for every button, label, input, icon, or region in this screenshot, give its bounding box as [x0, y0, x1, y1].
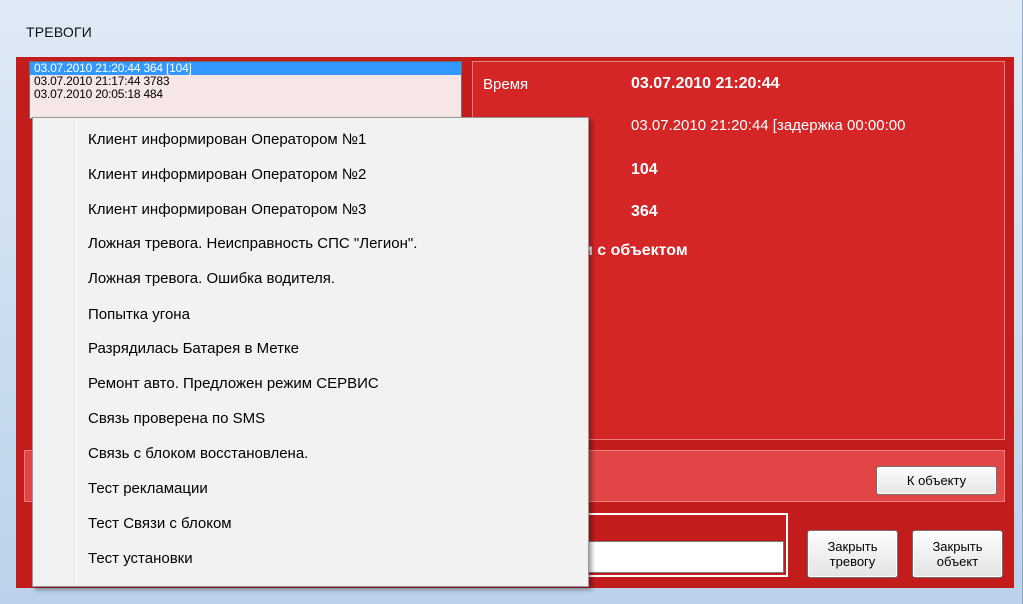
menu-item[interactable]: Клиент информирован Оператором №2	[35, 159, 586, 191]
menu-item[interactable]: Клиент информирован Оператором №1	[35, 124, 586, 156]
received-value: 03.07.2010 21:20:44 [задержка 00:00:00	[631, 117, 906, 134]
alarm-list-item[interactable]: 03.07.2010 20:05:18 484	[30, 88, 461, 101]
alarm-list[interactable]: 03.07.2010 21:20:44 364 [104] 03.07.2010…	[29, 61, 462, 119]
close-alarm-label-line2: тревогу	[829, 554, 876, 569]
menu-item[interactable]: Тест Связи с блоком	[35, 508, 586, 540]
menu-item[interactable]: Клиент информирован Оператором №3	[35, 194, 586, 226]
time-label: Время	[483, 76, 529, 93]
menu-item[interactable]: Тест установки	[35, 543, 586, 575]
action-value: и с объектом	[583, 242, 688, 259]
menu-item[interactable]: Ложная тревога. Неисправность СПС "Легио…	[35, 228, 586, 260]
context-menu: Клиент информирован Оператором №1 Клиент…	[32, 117, 589, 587]
comment-input[interactable]	[584, 541, 784, 573]
close-object-label-line1: Закрыть	[932, 539, 983, 554]
alarms-window: ТРЕВОГИ 03.07.2010 21:20:44 364 [104] 03…	[0, 0, 1023, 604]
zone-value: 104	[631, 161, 658, 178]
menu-item[interactable]: Ремонт авто. Предложен режим СЕРВИС	[35, 368, 586, 400]
to-object-button[interactable]: К объекту	[876, 466, 997, 495]
window-title: ТРЕВОГИ	[26, 24, 93, 40]
menu-item[interactable]: Попытка угона	[35, 299, 586, 331]
menu-item[interactable]: Связь проверена по SMS	[35, 403, 586, 435]
menu-item[interactable]: Связь с блоком восстановлена.	[35, 438, 586, 470]
time-value: 03.07.2010 21:20:44	[631, 75, 780, 92]
close-object-label-line2: объект	[936, 554, 979, 569]
menu-item[interactable]: Тест рекламации	[35, 473, 586, 505]
menu-item[interactable]: Разрядилась Батарея в Метке	[35, 333, 586, 365]
close-alarm-button[interactable]: Закрыть тревогу	[807, 530, 898, 578]
object-number-value: 364	[631, 203, 658, 220]
close-object-button[interactable]: Закрыть объект	[912, 530, 1003, 578]
menu-item[interactable]: Ложная тревога. Ошибка водителя.	[35, 263, 586, 295]
close-alarm-label-line1: Закрыть	[827, 539, 878, 554]
